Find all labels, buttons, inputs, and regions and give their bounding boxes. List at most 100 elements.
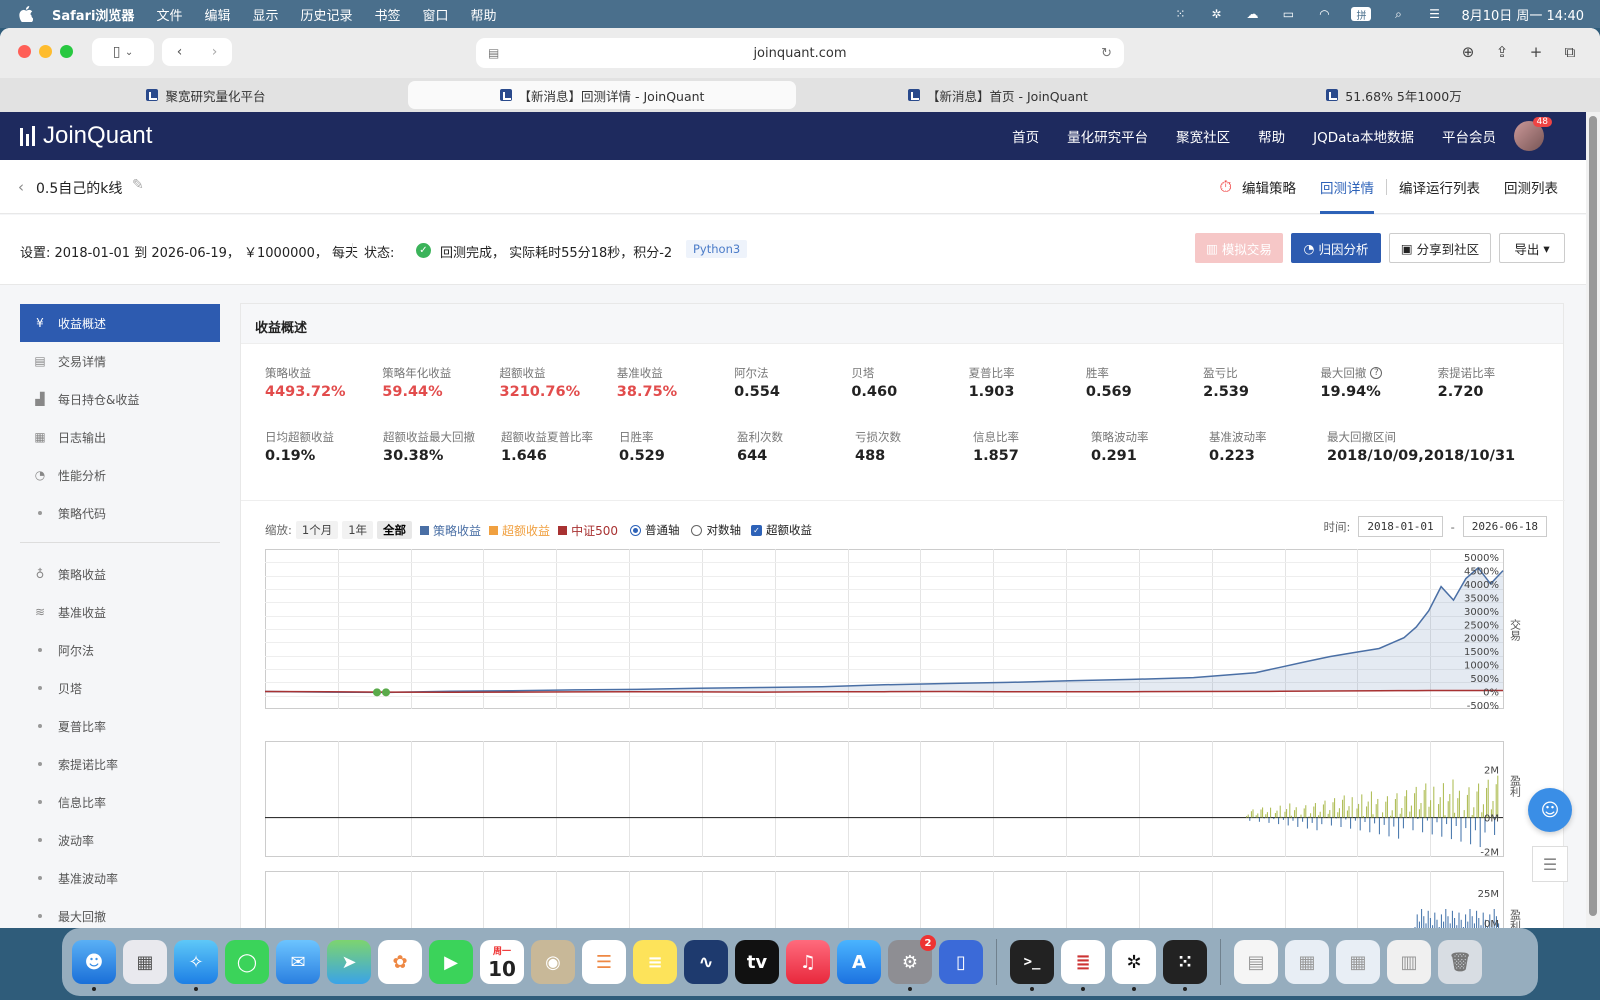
tab-compile-list[interactable]: 编译运行列表 — [1399, 177, 1480, 197]
terminal-icon[interactable]: >_ — [1010, 940, 1054, 991]
nav-returns-overview[interactable]: ¥ 收益概述 — [20, 304, 220, 342]
nav-alpha[interactable]: 阿尔法 — [20, 631, 220, 669]
wifi-icon[interactable]: ◠ — [1315, 7, 1333, 21]
chatgpt-icon[interactable]: ✲ — [1112, 940, 1156, 991]
reload-icon[interactable]: ↻ — [1101, 46, 1112, 61]
notification-badge[interactable]: 48 — [1532, 117, 1552, 127]
zoom-all[interactable]: 全部 — [377, 521, 413, 539]
screenshot-thumbnail-icon[interactable]: ▦ — [1336, 940, 1380, 984]
openai-icon[interactable]: ✲ — [1207, 7, 1225, 21]
menu-history[interactable]: 历史记录 — [300, 5, 352, 24]
music-icon[interactable]: ♫ — [786, 940, 830, 984]
apple-tv-icon[interactable]: tv — [735, 940, 779, 984]
legend-csi500[interactable]: 中证500 — [558, 522, 618, 539]
normal-axis-radio[interactable] — [629, 524, 641, 536]
system-settings-icon[interactable]: ⚙ 2 — [888, 935, 936, 991]
export-button[interactable]: 导出 ▾ — [1499, 233, 1565, 263]
position-chart[interactable]: 25M 0M 盈利 — [265, 871, 1545, 928]
textedit-icon[interactable]: ≣ — [1061, 940, 1105, 991]
menu-view[interactable]: 显示 — [252, 5, 278, 24]
customer-service-button[interactable]: ☺ — [1528, 788, 1572, 832]
outline-list-button[interactable]: ☰ — [1532, 846, 1568, 882]
nav-membership[interactable]: 平台会员 — [1442, 126, 1496, 146]
safari-icon[interactable]: ✧ — [174, 940, 218, 991]
launchpad-icon[interactable]: ▦ — [123, 940, 167, 984]
forward-button[interactable]: › — [197, 44, 232, 60]
legend-excess-returns[interactable]: 超额收益 — [489, 522, 550, 539]
share-icon[interactable]: ⇪ — [1490, 40, 1514, 64]
battery-icon[interactable]: ▭ — [1279, 7, 1297, 21]
calendar-icon[interactable]: 周一 10 — [480, 940, 524, 984]
menubar-clock[interactable]: 8月10日 周一 14:40 — [1461, 5, 1584, 24]
messages-icon[interactable]: ◯ — [225, 940, 269, 984]
help-icon[interactable]: ? — [1370, 367, 1383, 379]
nav-beta[interactable]: 贝塔 — [20, 669, 220, 707]
menu-file[interactable]: 文件 — [156, 5, 182, 24]
nav-daily-holdings[interactable]: ▟ 每日持仓&收益 — [20, 380, 220, 418]
address-bar[interactable]: ▤ joinquant.com ↻ — [476, 38, 1124, 68]
nav-jqdata[interactable]: JQData本地数据 — [1313, 126, 1414, 146]
facetime-icon[interactable]: ▶ — [429, 940, 473, 984]
trash-icon[interactable]: 🗑 — [1438, 940, 1482, 984]
tab-overview-icon[interactable]: ⧉ — [1558, 40, 1582, 64]
menu-window[interactable]: 窗口 — [423, 5, 449, 24]
returns-chart[interactable]: 5000% 4500% 4000% 3500% 3000% 2500% 2000% 1500%… — [265, 549, 1545, 709]
apple-icon[interactable] — [18, 6, 34, 22]
simulate-trade-button[interactable]: ▥ 模拟交易 — [1195, 233, 1283, 263]
maps-icon[interactable]: ➤ — [327, 940, 371, 984]
nav-research-platform[interactable]: 量化研究平台 — [1067, 126, 1148, 146]
browser-tab-active[interactable]: 【新消息】回测详情 - JoinQuant — [408, 81, 796, 109]
nav-volatility[interactable]: 波动率 — [20, 821, 220, 859]
zoom-window-button[interactable] — [60, 45, 73, 58]
close-window-button[interactable] — [18, 45, 31, 58]
mail-icon[interactable]: ✉ — [276, 940, 320, 984]
scrollbar-thumb[interactable] — [1589, 116, 1597, 916]
grid-icon[interactable]: ⁙ — [1171, 7, 1189, 21]
browser-tab[interactable]: 【新消息】首页 - JoinQuant — [804, 81, 1192, 109]
browser-tab[interactable]: 聚宽研究量化平台 — [12, 81, 400, 109]
nav-strategy-code[interactable]: 策略代码 — [20, 494, 220, 532]
document-thumbnail-icon[interactable]: ▤ — [1234, 940, 1278, 984]
legend-strategy-returns[interactable]: 策略收益 — [420, 522, 481, 539]
nav-log-output[interactable]: ▦ 日志输出 — [20, 418, 220, 456]
control-center-icon[interactable]: ☰ — [1425, 7, 1443, 21]
nav-sortino[interactable]: 索提诺比率 — [20, 745, 220, 783]
freeform-icon[interactable]: ∿ — [684, 940, 728, 984]
input-method-icon[interactable]: 拼 — [1351, 7, 1372, 22]
daily-pnl-chart[interactable]: 2M 0M -2M 盈利 — [265, 741, 1545, 857]
menu-help[interactable]: 帮助 — [471, 5, 497, 24]
nav-max-drawdown[interactable]: 最大回撤 — [20, 897, 220, 928]
browser-tab[interactable]: 51.68% 5年1000万 — [1200, 81, 1588, 109]
app-store-icon[interactable]: A — [837, 940, 881, 984]
nav-performance[interactable]: ◔ 性能分析 — [20, 456, 220, 494]
back-button[interactable]: ‹ — [162, 44, 197, 60]
downloads-icon[interactable]: ⊕ — [1456, 40, 1480, 64]
photos-icon[interactable]: ✿ — [378, 940, 422, 984]
minimize-window-button[interactable] — [39, 45, 52, 58]
new-tab-icon[interactable]: + — [1524, 40, 1548, 64]
menu-edit[interactable]: 编辑 — [204, 5, 230, 24]
grid-app-icon[interactable]: ⁙ — [1163, 940, 1207, 991]
log-axis-radio[interactable] — [691, 524, 703, 536]
tab-backtest-details[interactable]: 回测详情 — [1320, 160, 1374, 214]
page-scrollbar[interactable] — [1586, 112, 1600, 928]
tab-backtest-list[interactable]: 回测列表 — [1504, 177, 1558, 197]
excess-returns-checkbox[interactable]: ✓ — [750, 524, 762, 536]
finder-icon[interactable]: ☻ — [72, 940, 116, 991]
tab-edit-strategy[interactable]: 编辑策略 — [1242, 177, 1296, 197]
simulator-icon[interactable]: ▯ — [939, 940, 983, 984]
nav-trade-details[interactable]: ▤ 交易详情 — [20, 342, 220, 380]
zoom-1-month[interactable]: 1个月 — [295, 521, 339, 539]
reminders-icon[interactable]: ☰ — [582, 940, 626, 984]
edit-name-icon[interactable]: ✎ — [132, 177, 144, 193]
sidebar-toggle-button[interactable]: ▯ ⌄ — [92, 38, 154, 66]
nav-help[interactable]: 帮助 — [1258, 126, 1285, 146]
joinquant-logo[interactable]: JoinQuant — [20, 122, 152, 150]
screenshot-thumbnail-icon[interactable]: ▦ — [1285, 940, 1329, 984]
contacts-icon[interactable]: ◉ — [531, 940, 575, 984]
nav-strategy-returns[interactable]: ♁ 策略收益 — [20, 555, 220, 593]
nav-info-ratio[interactable]: 信息比率 — [20, 783, 220, 821]
menu-bookmarks[interactable]: 书签 — [375, 5, 401, 24]
menu-app-name[interactable]: Safari浏览器 — [52, 5, 134, 24]
zoom-1-year[interactable]: 1年 — [342, 521, 374, 539]
